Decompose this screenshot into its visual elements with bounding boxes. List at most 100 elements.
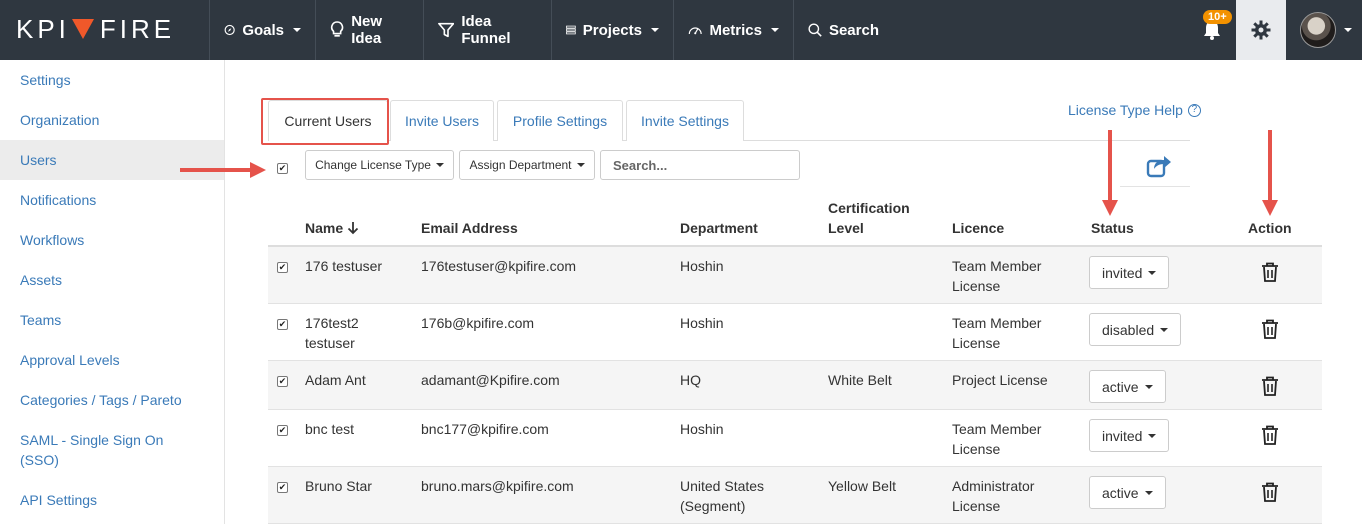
nav-search[interactable]: Search (793, 0, 893, 60)
chevron-down-icon (435, 163, 444, 167)
trash-icon[interactable] (1261, 319, 1279, 339)
chevron-down-icon (576, 163, 585, 167)
row-checkbox[interactable]: ✔ (277, 425, 288, 436)
user-menu[interactable] (1290, 0, 1362, 60)
table-row: ✔ bnc test bnc177@kpifire.com Hoshin Tea… (268, 410, 1322, 467)
avatar (1300, 12, 1336, 48)
trash-icon[interactable] (1261, 376, 1279, 396)
top-navbar: KPI FIRE Goals New Idea Idea Funnel Proj… (0, 0, 1362, 60)
trash-icon[interactable] (1261, 262, 1279, 282)
column-header-name[interactable]: Name (305, 218, 359, 238)
change-license-type-button[interactable]: Change License Type (305, 150, 454, 180)
nav-goals[interactable]: Goals (209, 0, 315, 60)
cell-certification: White Belt (828, 372, 892, 388)
column-header-licence[interactable]: Licence (952, 218, 1004, 238)
license-type-help-link[interactable]: License Type Help ? (1068, 102, 1201, 118)
cell-name: bnc test (305, 421, 355, 437)
sidebar-item-teams[interactable]: Teams (0, 300, 224, 340)
status-dropdown[interactable]: active (1089, 476, 1166, 509)
column-name-label: Name (305, 220, 344, 236)
tab-invite-users[interactable]: Invite Users (390, 100, 494, 141)
sidebar-item-approval-levels[interactable]: Approval Levels (0, 340, 224, 380)
notifications-button[interactable] (1190, 0, 1236, 60)
nav-search-label: Search (828, 21, 879, 39)
row-checkbox[interactable]: ✔ (277, 376, 288, 387)
trash-icon[interactable] (1261, 482, 1279, 502)
nav-idea-funnel[interactable]: Idea Funnel (423, 0, 551, 60)
assign-department-button[interactable]: Assign Department (459, 150, 595, 180)
user-search-input[interactable] (600, 150, 800, 180)
cell-name: Bruno Star (305, 478, 372, 494)
cell-email: bnc177@kpifire.com (421, 421, 549, 437)
status-dropdown[interactable]: invited (1089, 419, 1170, 452)
sidebar-item-organization[interactable]: Organization (0, 100, 224, 140)
sidebar-item-categories[interactable]: Categories / Tags / Pareto (0, 380, 224, 420)
nav-projects-label: Projects (582, 21, 642, 39)
sidebar-item-saml[interactable]: SAML - Single Sign On (SSO) (0, 430, 200, 470)
column-header-status[interactable]: Status (1091, 218, 1134, 238)
tab-profile-settings[interactable]: Profile Settings (497, 100, 623, 141)
nav-projects[interactable]: Projects (551, 0, 673, 60)
chevron-down-icon (1144, 384, 1153, 389)
nav-metrics-label: Metrics (709, 21, 762, 39)
cell-licence: Team Member License (952, 315, 1042, 351)
export-icon[interactable] (1146, 152, 1172, 178)
column-header-email[interactable]: Email Address (421, 218, 518, 238)
chevron-down-icon (1144, 490, 1153, 495)
cell-licence: Team Member License (952, 258, 1042, 294)
nav-metrics[interactable]: Metrics (673, 0, 793, 60)
status-value: invited (1102, 427, 1143, 444)
cell-name: 176 testuser (305, 258, 383, 274)
cell-email: 176testuser@kpifire.com (421, 258, 577, 274)
column-header-department[interactable]: Department (680, 218, 758, 238)
chevron-down-icon (1148, 433, 1157, 438)
cell-licence: Administrator License (952, 478, 1035, 514)
chevron-down-icon (651, 28, 659, 32)
table-row: ✔ Adam Ant adamant@Kpifire.com HQ White … (268, 361, 1322, 410)
projects-icon (566, 25, 576, 35)
status-dropdown[interactable]: invited (1089, 256, 1170, 289)
logo-flame-icon (71, 19, 94, 39)
status-value: active (1102, 484, 1139, 501)
column-header-action: Action (1248, 220, 1292, 236)
annotation-arrow-down (1102, 130, 1118, 216)
cell-name: 176test2 testuser (305, 315, 359, 351)
chevron-down-icon (1148, 270, 1157, 275)
sidebar-item-workflows[interactable]: Workflows (0, 220, 224, 260)
annotation-arrow-down (1262, 130, 1278, 216)
cell-certification: Yellow Belt (828, 478, 896, 494)
status-dropdown[interactable]: active (1089, 370, 1166, 403)
sidebar-item-assets[interactable]: Assets (0, 260, 224, 300)
compass-icon (224, 24, 235, 36)
row-checkbox[interactable]: ✔ (277, 319, 288, 330)
lightbulb-icon (331, 21, 344, 37)
cell-email: bruno.mars@kpifire.com (421, 478, 574, 494)
logo-text-left: KPI (16, 13, 70, 44)
cell-name: Adam Ant (305, 372, 366, 388)
tab-invite-settings[interactable]: Invite Settings (626, 100, 744, 141)
cell-email: 176b@kpifire.com (421, 315, 535, 331)
cell-department: Hoshin (680, 258, 724, 274)
gear-icon (1251, 20, 1271, 40)
table-row: ✔ 176test2 testuser 176b@kpifire.com Hos… (268, 304, 1322, 361)
nav-new-idea-label: New Idea (351, 13, 383, 47)
settings-button[interactable] (1236, 0, 1286, 60)
row-checkbox[interactable]: ✔ (277, 262, 288, 273)
row-checkbox[interactable]: ✔ (277, 482, 288, 493)
nav-new-idea[interactable]: New Idea (315, 0, 423, 60)
column-header-certification[interactable]: Certification Level (828, 198, 928, 238)
annotation-highlight-box (261, 98, 389, 145)
status-dropdown[interactable]: disabled (1089, 313, 1182, 346)
search-icon (808, 23, 822, 37)
cell-licence: Project License (952, 372, 1048, 388)
trash-icon[interactable] (1261, 425, 1279, 445)
sidebar-item-api-settings[interactable]: API Settings (0, 480, 224, 520)
select-all-checkbox[interactable]: ✔ (277, 163, 288, 174)
gauge-icon (688, 27, 702, 35)
sidebar-item-settings[interactable]: Settings (0, 60, 224, 100)
cell-department: Hoshin (680, 421, 724, 437)
kpifire-logo[interactable]: KPI FIRE (16, 13, 175, 45)
sidebar-item-notifications[interactable]: Notifications (0, 180, 224, 220)
annotation-arrow-right (180, 162, 266, 178)
nav-idea-funnel-label: Idea Funnel (461, 13, 511, 47)
